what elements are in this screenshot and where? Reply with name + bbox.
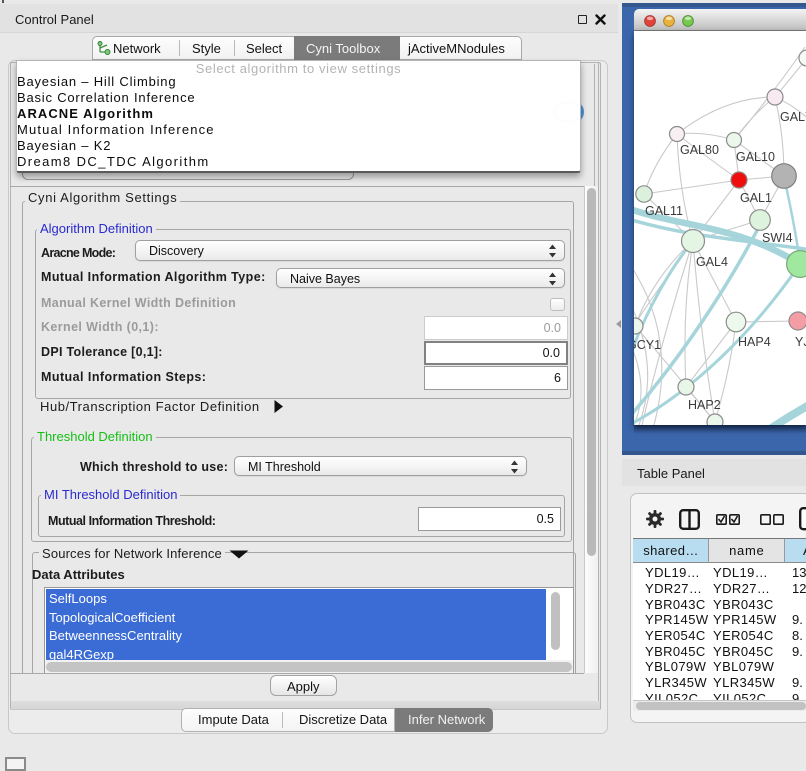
svg-text:SWI4: SWI4 (762, 231, 793, 245)
svg-text:GCY1: GCY1 (634, 338, 661, 352)
svg-text:GAL80: GAL80 (680, 143, 719, 157)
svg-text:GAL1: GAL1 (740, 191, 772, 205)
svg-text:GAL10: GAL10 (736, 150, 775, 164)
svg-text:GAL4: GAL4 (696, 255, 728, 269)
svg-text:YJ: YJ (795, 335, 806, 349)
svg-text:HAP2: HAP2 (688, 398, 721, 412)
svg-text:GAL11: GAL11 (645, 204, 683, 218)
svg-text:GAL7: GAL7 (780, 110, 806, 124)
svg-text:HAP4: HAP4 (738, 335, 771, 349)
